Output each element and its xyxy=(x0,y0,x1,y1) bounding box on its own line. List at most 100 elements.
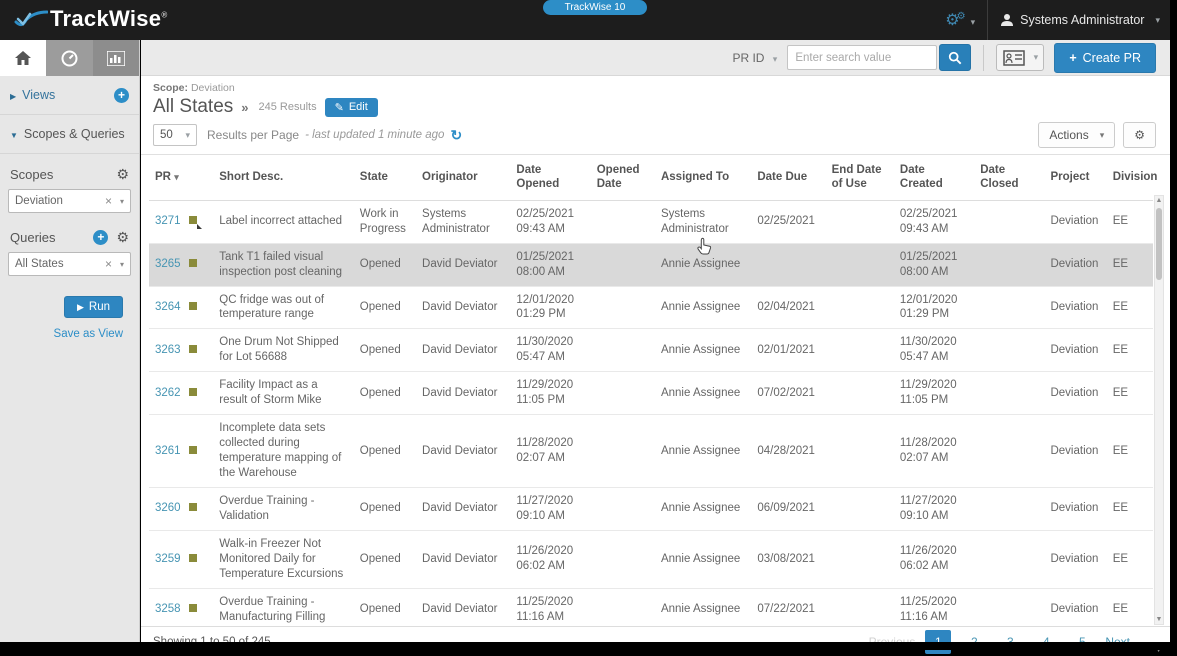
opened-date-cell xyxy=(591,588,655,626)
date-created-cell: 01/25/2021 08:00 AM xyxy=(894,243,974,286)
add-view-button[interactable]: + xyxy=(114,88,129,103)
table-row[interactable]: 3258 Overdue Training - Manufacturing Fi… xyxy=(149,588,1153,626)
column-header[interactable]: Originator xyxy=(416,155,510,200)
clear-icon[interactable]: × xyxy=(105,257,112,271)
query-select[interactable]: All States × ▾ xyxy=(8,252,131,276)
scrollbar-thumb[interactable] xyxy=(1156,208,1162,280)
column-header[interactable]: State xyxy=(354,155,416,200)
search-field-selector[interactable]: PR ID ▾ xyxy=(732,51,777,65)
project-cell: Deviation xyxy=(1044,588,1106,626)
search-button[interactable] xyxy=(939,44,971,71)
clear-icon[interactable]: × xyxy=(105,194,112,208)
triangle-down-icon: ▼ xyxy=(10,131,18,140)
admin-gears-menu[interactable]: ⚙⚙ ▾ xyxy=(945,10,975,30)
create-pr-button[interactable]: +Create PR xyxy=(1054,43,1156,73)
assigned-to-cell: Annie Assignee xyxy=(655,372,751,415)
pr-link[interactable]: 3271 xyxy=(155,215,181,227)
originator-cell: David Deviator xyxy=(416,329,510,372)
table-row[interactable]: 3265 Tank T1 failed visual inspection po… xyxy=(149,243,1153,286)
scope-label: Scope: xyxy=(153,82,188,94)
triangle-right-icon: ▶ xyxy=(10,92,16,101)
date-due-cell: 02/04/2021 xyxy=(751,286,825,329)
short-desc-cell: Overdue Training - Manufacturing Filling xyxy=(213,588,354,626)
session-tab[interactable]: TrackWise 10 xyxy=(543,0,647,15)
date-closed-cell xyxy=(974,286,1044,329)
add-query-button[interactable]: + xyxy=(93,230,108,245)
sidebar-item-views[interactable]: ▶Views + xyxy=(0,76,139,115)
table-row[interactable]: 3261 Incomplete data sets collected duri… xyxy=(149,415,1153,488)
column-header[interactable]: Project xyxy=(1044,155,1106,200)
pr-link[interactable]: 3265 xyxy=(155,258,181,270)
tab-dashboard[interactable] xyxy=(46,40,92,76)
table-row[interactable]: 3263 One Drum Not Shipped for Lot 56688 … xyxy=(149,329,1153,372)
column-header[interactable]: Division xyxy=(1107,155,1153,200)
vertical-scrollbar[interactable]: ▲ ▼ xyxy=(1154,195,1164,625)
logo-swoosh-icon xyxy=(14,10,48,30)
column-header[interactable]: End Date of Use xyxy=(826,155,894,200)
user-name: Systems Administrator xyxy=(1020,13,1144,27)
column-header[interactable]: Opened Date xyxy=(591,155,655,200)
pr-link[interactable]: 3259 xyxy=(155,553,181,565)
pr-link[interactable]: 3262 xyxy=(155,387,181,399)
originator-cell: David Deviator xyxy=(416,372,510,415)
chevron-down-icon: ▾ xyxy=(1034,52,1039,63)
table-row[interactable]: 3264 QC fridge was out of temperature ra… xyxy=(149,286,1153,329)
pr-link[interactable]: 3260 xyxy=(155,502,181,514)
table-settings-button[interactable]: ⚙ xyxy=(1123,122,1156,148)
date-created-cell: 11/26/2020 06:02 AM xyxy=(894,530,974,588)
table-row[interactable]: 3259 Walk-in Freezer Not Monitored Daily… xyxy=(149,530,1153,588)
pr-link[interactable]: 3263 xyxy=(155,344,181,356)
edit-button[interactable]: ✎Edit xyxy=(325,98,378,117)
division-cell: EE xyxy=(1107,286,1153,329)
project-cell: Deviation xyxy=(1044,487,1106,530)
actions-button[interactable]: Actions▾ xyxy=(1038,122,1115,148)
date-closed-cell xyxy=(974,530,1044,588)
scroll-down-icon[interactable]: ▼ xyxy=(1155,616,1163,623)
sidebar-item-scopes-queries[interactable]: ▼Scopes & Queries xyxy=(0,115,139,154)
pr-cell: 3259 xyxy=(149,530,213,588)
id-card-button[interactable]: ▾ xyxy=(996,44,1044,71)
column-header[interactable]: Date Closed xyxy=(974,155,1044,200)
page-size-select[interactable]: 50▾ xyxy=(153,124,197,146)
pr-link[interactable]: 3258 xyxy=(155,603,181,615)
date-opened-cell: 11/28/2020 02:07 AM xyxy=(510,415,590,488)
pr-cell: 3264 xyxy=(149,286,213,329)
column-header[interactable]: Short Desc. xyxy=(213,155,354,200)
originator-cell: David Deviator xyxy=(416,243,510,286)
date-closed-cell xyxy=(974,329,1044,372)
short-desc-cell: Facility Impact as a result of Storm Mik… xyxy=(213,372,354,415)
queries-gear-icon[interactable]: ⚙ xyxy=(116,229,129,246)
refresh-icon[interactable]: ↻ xyxy=(450,127,462,144)
date-opened-cell: 11/30/2020 05:47 AM xyxy=(510,329,590,372)
end-date-of-use-cell xyxy=(826,243,894,286)
column-header[interactable]: Assigned To xyxy=(655,155,751,200)
sidebar-tabs xyxy=(0,40,139,76)
scope-select[interactable]: Deviation × ▾ xyxy=(8,189,131,213)
chevron-down-icon: ▾ xyxy=(971,17,976,27)
scroll-up-icon[interactable]: ▲ xyxy=(1155,197,1163,204)
column-header[interactable]: Date Opened xyxy=(510,155,590,200)
scopes-gear-icon[interactable]: ⚙ xyxy=(116,166,129,183)
table-row[interactable]: 3262 Facility Impact as a result of Stor… xyxy=(149,372,1153,415)
chevron-down-icon: ▾ xyxy=(773,54,778,64)
date-due-cell xyxy=(751,243,825,286)
save-as-view-link[interactable]: Save as View xyxy=(8,318,131,340)
run-button[interactable]: ▶Run xyxy=(64,296,123,318)
opened-date-cell xyxy=(591,487,655,530)
short-desc-cell: Overdue Training - Validation xyxy=(213,487,354,530)
column-header[interactable]: Date Created xyxy=(894,155,974,200)
user-menu[interactable]: Systems Administrator ▾ xyxy=(1000,13,1160,27)
results-count: 245 Results xyxy=(259,101,317,113)
table-row[interactable]: 3260 Overdue Training - Validation Opene… xyxy=(149,487,1153,530)
pr-link[interactable]: 3261 xyxy=(155,445,181,457)
column-header[interactable]: PR ▾ xyxy=(149,155,213,200)
search-input[interactable] xyxy=(787,45,937,70)
project-cell: Deviation xyxy=(1044,372,1106,415)
table-row[interactable]: 3271 Label incorrect attached Work in Pr… xyxy=(149,200,1153,243)
tab-charts[interactable] xyxy=(93,40,139,76)
tab-home[interactable] xyxy=(0,40,46,76)
bar-chart-icon xyxy=(107,51,125,66)
pr-link[interactable]: 3264 xyxy=(155,301,181,313)
column-header[interactable]: Date Due xyxy=(751,155,825,200)
gears-icon: ⚙⚙ xyxy=(945,12,965,29)
